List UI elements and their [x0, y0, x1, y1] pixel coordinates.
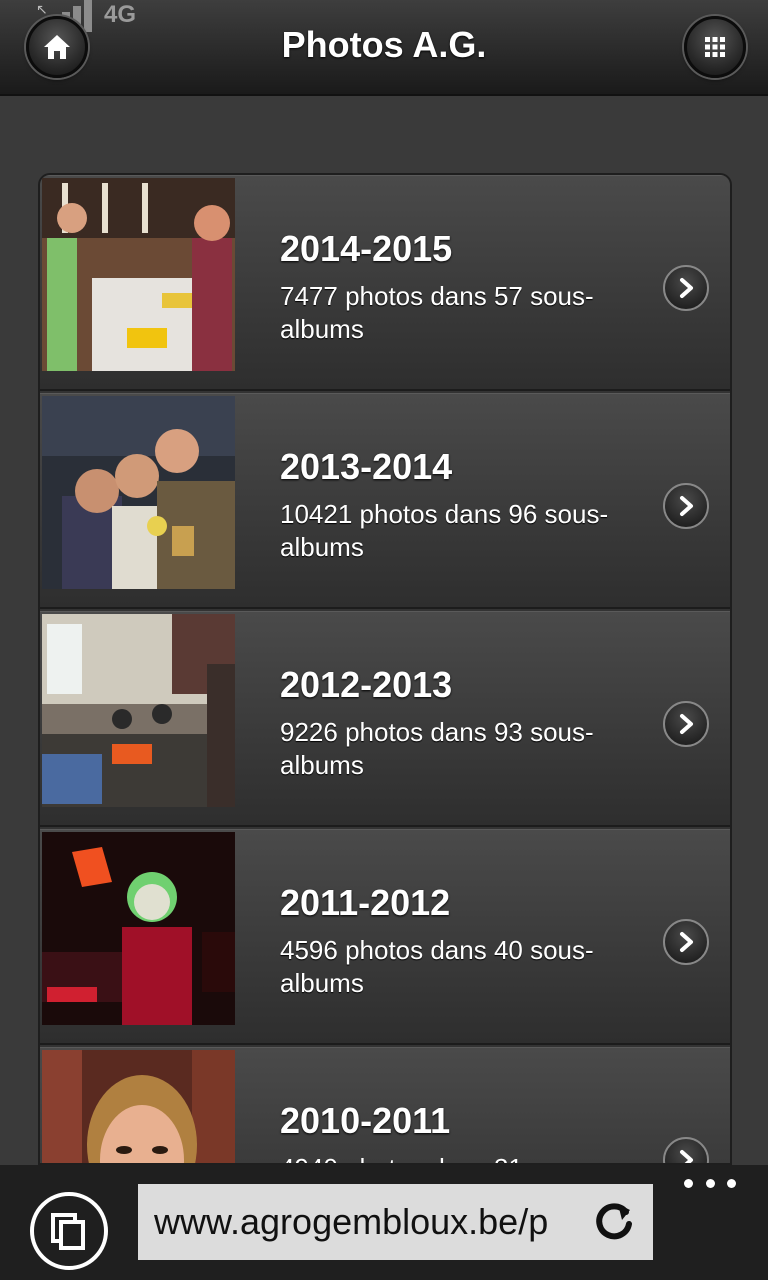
chevron-right-icon[interactable]: [663, 1137, 709, 1163]
grid-icon: [705, 37, 725, 57]
page-title: Photos A.G.: [281, 24, 487, 65]
album-title: 2011-2012: [280, 882, 451, 923]
album-item-2011-2012[interactable]: 2011-2012 4596 photos dans 40 sous-album…: [40, 829, 730, 1045]
album-description: 4596 photos dans 40 sous-albums: [280, 935, 594, 998]
album-thumbnail: [42, 178, 235, 371]
tabs-icon: [51, 1213, 85, 1250]
album-title: 2014-2015: [280, 228, 453, 269]
album-description: 10421 photos dans 96 sous-albums: [280, 499, 609, 562]
menu-grid-button[interactable]: [684, 16, 746, 78]
album-description: 4940 photos dans 31 sous-albums: [280, 1152, 645, 1163]
refresh-icon[interactable]: [590, 1198, 638, 1246]
album-list: 2014-2015 7477 photos dans 57 sous-album…: [38, 173, 732, 1165]
url-field[interactable]: www.agrogembloux.be/p: [138, 1184, 653, 1260]
album-item-2013-2014[interactable]: 2013-2014 10421 photos dans 96 sous-albu…: [40, 393, 730, 609]
more-options-button[interactable]: [684, 1171, 736, 1195]
chevron-right-icon[interactable]: [663, 483, 709, 529]
album-description: 7477 photos dans 57 sous-albums: [280, 281, 594, 344]
album-thumbnail: [42, 614, 235, 807]
chevron-right-icon[interactable]: [663, 919, 709, 965]
album-thumbnail: [42, 832, 235, 1025]
app-header: ↖ 4G Photos A.G.: [0, 0, 768, 96]
album-description: 9226 photos dans 93 sous-albums: [280, 717, 594, 780]
album-title: 2010-2011: [280, 1100, 451, 1141]
more-dot: [684, 1178, 693, 1188]
chevron-right-icon[interactable]: [663, 701, 709, 747]
browser-address-bar: www.agrogembloux.be/p: [0, 1165, 768, 1280]
album-thumbnail: [42, 1050, 235, 1163]
album-item-2010-2011[interactable]: 2010-2011 4940 photos dans 31 sous-album…: [40, 1047, 730, 1163]
album-title: 2012-2013: [280, 664, 453, 705]
chevron-right-icon[interactable]: [663, 265, 709, 311]
album-thumbnail: [42, 396, 235, 589]
more-dot: [727, 1178, 736, 1188]
more-dot: [705, 1178, 715, 1188]
album-title: 2013-2014: [280, 446, 453, 487]
album-item-2014-2015[interactable]: 2014-2015 7477 photos dans 57 sous-album…: [40, 175, 730, 391]
tabs-button[interactable]: [30, 1192, 108, 1270]
album-item-2012-2013[interactable]: 2012-2013 9226 photos dans 93 sous-album…: [40, 611, 730, 827]
